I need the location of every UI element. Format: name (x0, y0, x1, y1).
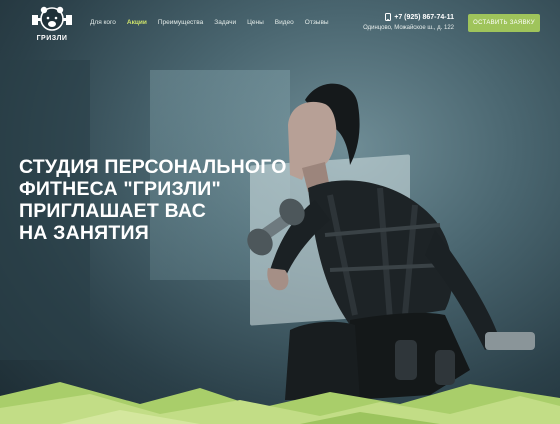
address: Одинцово, Можайское ш., д. 122 (363, 25, 454, 31)
nav-item-reviews[interactable]: Отзывы (305, 19, 329, 26)
logo[interactable]: ГРИЗЛИ (30, 3, 74, 45)
phone-icon (385, 13, 392, 21)
phone-number[interactable]: +7 (925) 867-74-11 (394, 14, 454, 21)
logo-name: ГРИЗЛИ (36, 35, 68, 42)
headline-line-3: ПРИГЛАШАЕТ ВАС (19, 200, 206, 222)
headline-line-1: СТУДИЯ ПЕРСОНАЛЬНОГО (19, 156, 287, 178)
nav-item-goals[interactable]: Задачи (214, 19, 236, 26)
nav-item-video[interactable]: Видео (275, 19, 294, 26)
submit-request-button[interactable]: ОСТАВИТЬ ЗАЯВКУ (468, 14, 540, 32)
nav-item-for-whom[interactable]: Для кого (90, 19, 116, 26)
green-polygon-footer (0, 382, 560, 424)
contact-block: +7 (925) 867-74-11 Одинцово, Можайское ш… (350, 13, 454, 31)
hero-headline: СТУДИЯ ПЕРСОНАЛЬНОГО ФИТНЕСА "ГРИЗЛИ" ПР… (19, 156, 289, 244)
main-nav: Для кого Акции Преимущества Задачи Цены … (90, 19, 329, 26)
headline-line-4: НА ЗАНЯТИЯ (19, 222, 149, 244)
nav-item-prices[interactable]: Цены (247, 19, 264, 26)
site-header: ГРИЗЛИ Для кого Акции Преимущества Задач… (0, 0, 560, 48)
headline-line-2: ФИТНЕСА "ГРИЗЛИ" (19, 178, 221, 200)
bear-dumbbell-icon (32, 6, 72, 31)
nav-item-promotions[interactable]: Акции (127, 19, 147, 26)
phone-row[interactable]: +7 (925) 867-74-11 (350, 13, 454, 21)
nav-item-advantages[interactable]: Преимущества (158, 19, 203, 26)
hero-section: ГРИЗЛИ Для кого Акции Преимущества Задач… (0, 0, 560, 424)
